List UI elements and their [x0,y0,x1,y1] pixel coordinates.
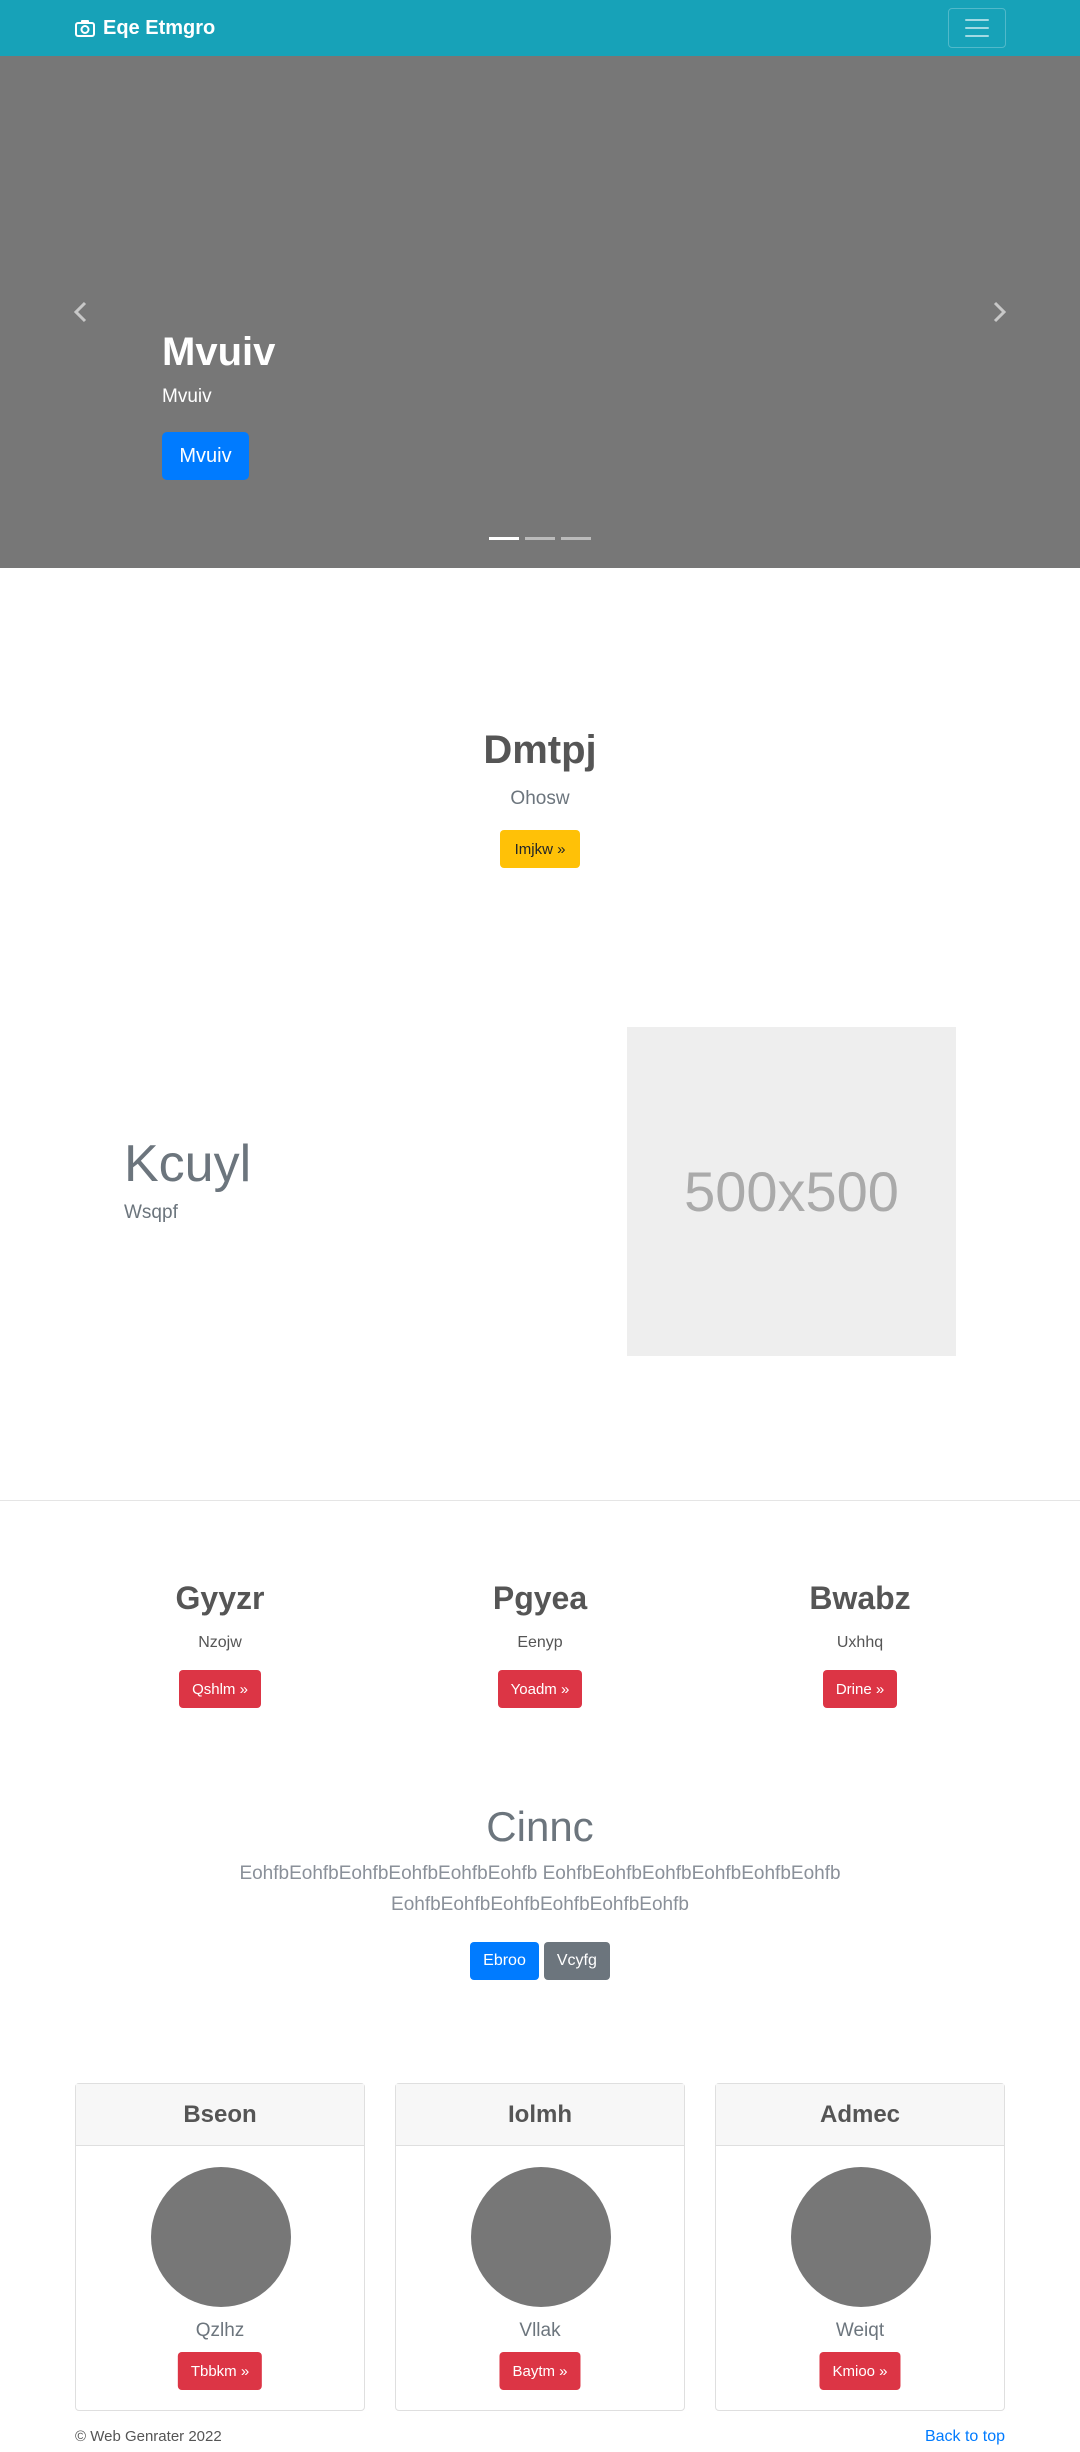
avatar [471,2167,611,2307]
primary-button[interactable]: Ebroo [470,1942,539,1980]
lead-title: Cinnc [486,1803,594,1850]
lead-text: EohfbEohfbEohfbEohfbEohfbEohfb EohfbEohf… [239,1863,841,1915]
brand-name: Eqe Etmgro [103,16,216,39]
column-button[interactable]: Qshlm » [179,1670,261,1708]
card-subtitle: Qzlhz [195,2320,245,2341]
column-button[interactable]: Yoadm » [497,1670,583,1708]
slide-subtitle: Mvuiv [162,386,212,407]
navbar-toggler-button[interactable] [948,8,1006,48]
card-3: Admec Weiqt Kmioo » [715,2083,1005,2411]
column-1: Gyyzr Nzojw Qshlm » [70,1580,370,1708]
card-button[interactable]: Tbbkm » [177,2352,263,2390]
card-button[interactable]: Kmioo » [819,2352,901,2390]
card-2: Iolmh Vllak Baytm » [395,2083,685,2411]
column-title: Pgyea [492,1580,588,1616]
card-subtitle: Weiqt [835,2320,885,2341]
carousel-next-icon[interactable] [989,300,1009,324]
column-subtitle: Uxhhq [836,1634,884,1651]
carousel-indicators [489,537,591,540]
column-3: Bwabz Uxhhq Drine » [710,1580,1010,1708]
hamburger-menu-icon [965,19,989,21]
camera-icon [75,20,95,37]
placeholder-label: 500x500 [684,1160,899,1223]
card-header: Bseon [76,2084,364,2146]
navbar: Eqe Etmgro [0,0,1080,56]
slide-button[interactable]: Mvuiv [162,432,249,480]
footer-copyright: © Web Genrater 2022 [75,2428,222,2445]
column-subtitle: Nzojw [198,1634,242,1651]
carousel-indicator-1[interactable] [489,537,519,540]
avatar [151,2167,291,2307]
carousel-indicator-2[interactable] [525,537,555,540]
column-button[interactable]: Drine » [822,1670,898,1708]
divider [0,1500,1080,1501]
column-2: Pgyea Eenyp Yoadm » [390,1580,690,1708]
feature-subtitle: Wsqpf [124,1202,178,1223]
carousel: Mvuiv Mvuiv Mvuiv [0,56,1080,568]
back-to-top-link[interactable]: Back to top [925,2428,1005,2446]
secondary-button[interactable]: Vcyfg [543,1942,610,1980]
brand-link[interactable]: Eqe Etmgro [75,15,215,41]
placeholder-image: 500x500 [627,1027,956,1356]
avatar [791,2167,931,2307]
lead-buttons: Ebroo Vcyfg [0,1942,1080,1980]
carousel-indicator-3[interactable] [561,537,591,540]
carousel-prev-icon[interactable] [71,300,91,324]
hero-subtitle: Ohosw [510,788,570,809]
card-header: Iolmh [396,2084,684,2146]
column-title: Bwabz [809,1580,911,1616]
hero-title: Dmtpj [483,728,597,772]
card-button[interactable]: Baytm » [499,2352,581,2390]
slide-title: Mvuiv [162,330,276,374]
column-title: Gyyzr [175,1580,265,1616]
card-1: Bseon Qzlhz Tbbkm » [75,2083,365,2411]
card-subtitle: Vllak [519,2320,561,2341]
column-subtitle: Eenyp [517,1634,563,1651]
feature-title: Kcuyl [124,1135,252,1193]
card-header: Admec [716,2084,1004,2146]
hero-button[interactable]: Imjkw » [500,830,580,868]
